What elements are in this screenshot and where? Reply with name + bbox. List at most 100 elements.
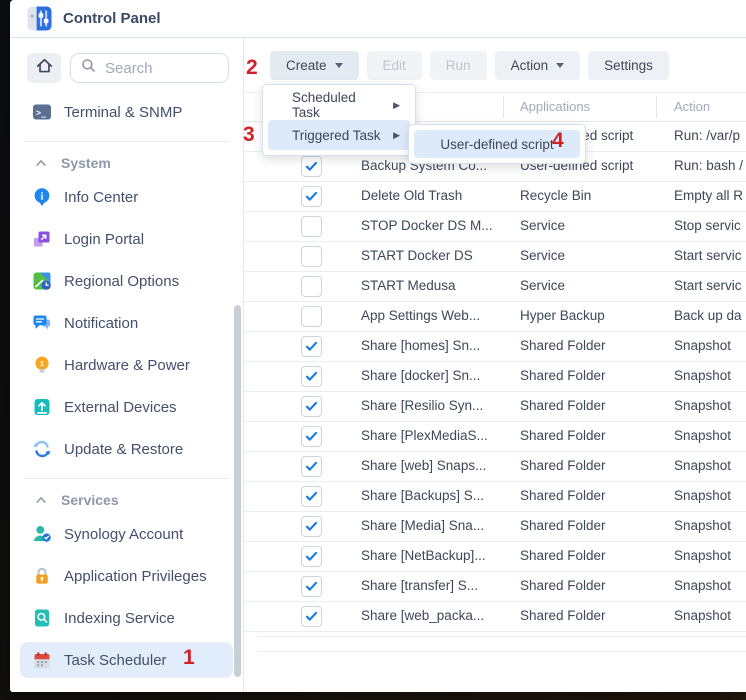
caret-down-icon: [556, 63, 564, 68]
sidebar-divider: [24, 141, 229, 142]
home-button[interactable]: [27, 53, 61, 83]
table-row[interactable]: START MedusaServiceStart servic: [244, 272, 746, 302]
action-cell: Snapshot: [674, 512, 731, 540]
table-row[interactable]: Share [Resilio Syn...Shared FolderSnapsh…: [244, 392, 746, 422]
edit-button[interactable]: Edit: [367, 51, 422, 80]
task-name-cell: Share [docker] Sn...: [361, 362, 480, 390]
table-row[interactable]: Share [PlexMediaS...Shared FolderSnapsho…: [244, 422, 746, 452]
table-row[interactable]: Delete Old TrashRecycle BinEmpty all R: [244, 182, 746, 212]
search-icon: [80, 57, 97, 79]
search-box: [70, 53, 229, 83]
update-restore-icon: [32, 439, 52, 459]
action-cell: Stop servic: [674, 212, 741, 240]
column-header-action[interactable]: Action: [674, 99, 710, 114]
sidebar-item-hardware-power[interactable]: 1 Hardware & Power: [20, 347, 233, 383]
sidebar-section-services[interactable]: Services: [20, 487, 233, 513]
caret-down-icon: [335, 63, 343, 68]
checkbox-checked[interactable]: [301, 396, 322, 417]
table-row[interactable]: Share [NetBackup]...Shared FolderSnapsho…: [244, 542, 746, 572]
checkbox-checked[interactable]: [301, 426, 322, 447]
sidebar-item-indexing-service[interactable]: Indexing Service: [20, 600, 233, 636]
table-row[interactable]: Share [web] Snaps...Shared FolderSnapsho…: [244, 452, 746, 482]
sidebar-item-task-scheduler[interactable]: Task Scheduler: [20, 642, 233, 678]
application-cell: Shared Folder: [520, 572, 606, 600]
action-button[interactable]: Action: [495, 51, 581, 80]
sidebar-item-label: Hardware & Power: [64, 357, 190, 374]
checkbox-checked[interactable]: [301, 486, 322, 507]
checkbox-checked[interactable]: [301, 186, 322, 207]
application-cell: Shared Folder: [520, 452, 606, 480]
checkbox-checked[interactable]: [301, 546, 322, 567]
application-cell: Shared Folder: [520, 422, 606, 450]
table-row[interactable]: Share [Media] Sna...Shared FolderSnapsho…: [244, 512, 746, 542]
task-name-cell: STOP Docker DS M...: [361, 212, 493, 240]
application-cell: Shared Folder: [520, 602, 606, 630]
sidebar-item-info-center[interactable]: iInfo Center: [20, 179, 233, 215]
application-cell: Shared Folder: [520, 392, 606, 420]
action-cell: Snapshot: [674, 602, 731, 630]
svg-text:1: 1: [40, 361, 44, 368]
login-portal-icon: [32, 229, 52, 249]
button-label: Edit: [383, 58, 406, 73]
sidebar-item-application-privileges[interactable]: Application Privileges: [20, 558, 233, 594]
sidebar-item-login-portal[interactable]: Login Portal: [20, 221, 233, 257]
checkbox-checked[interactable]: [301, 516, 322, 537]
checkbox-unchecked[interactable]: [301, 216, 322, 237]
sidebar-scrollbar[interactable]: [234, 305, 241, 677]
control-panel-icon: [27, 6, 52, 31]
table-row[interactable]: STOP Docker DS M... Service Stop servic: [244, 212, 746, 242]
sidebar-item-notification[interactable]: Notification: [20, 305, 233, 341]
sidebar-item-synology-account[interactable]: Synology Account: [20, 516, 233, 552]
table-row[interactable]: Share [transfer] S...Shared FolderSnapsh…: [244, 572, 746, 602]
button-label: Settings: [604, 58, 653, 73]
button-label: Create: [286, 58, 327, 73]
sidebar-item-label: Update & Restore: [64, 441, 183, 458]
sidebar-item-update-restore[interactable]: Update & Restore: [20, 431, 233, 467]
checkbox-checked[interactable]: [301, 606, 322, 627]
empty-row-divider: [258, 651, 746, 652]
sidebar-nav: >_Terminal & SNMP System iInfo Center Login…: [10, 85, 243, 681]
chevron-up-icon: [34, 493, 48, 507]
regional-options-icon: [32, 271, 52, 291]
sidebar-item-regional-options[interactable]: Regional Options: [20, 263, 233, 299]
table-row[interactable]: START Docker DSServiceStart servic: [244, 242, 746, 272]
sidebar-top: [10, 38, 243, 85]
task-name-cell: START Docker DS: [361, 242, 473, 270]
action-cell: Snapshot: [674, 362, 731, 390]
submenu-item-label: User-defined script: [440, 137, 553, 152]
column-header-applications[interactable]: Applications: [520, 99, 590, 114]
checkbox-unchecked[interactable]: [301, 306, 322, 327]
table-row[interactable]: Share [homes] Sn...Shared FolderSnapshot: [244, 332, 746, 362]
sidebar-item-terminal-snmp[interactable]: >_Terminal & SNMP: [20, 94, 233, 130]
checkbox-checked[interactable]: [301, 336, 322, 357]
svg-text:>_: >_: [36, 109, 47, 119]
search-input[interactable]: [103, 59, 219, 78]
task-table: User-defined scriptRun: /var/pBackup Sys…: [244, 122, 746, 632]
menu-item-scheduled-task[interactable]: Scheduled Task▶: [268, 90, 410, 120]
sidebar-item-label: Notification: [64, 315, 138, 332]
sidebar-section-system[interactable]: System: [20, 150, 233, 176]
checkbox-checked[interactable]: [301, 156, 322, 177]
application-cell: Shared Folder: [520, 512, 606, 540]
table-row[interactable]: Share [Backups] S...Shared FolderSnapsho…: [244, 482, 746, 512]
table-row[interactable]: Share [docker] Sn...Shared FolderSnapsho…: [244, 362, 746, 392]
sidebar-item-external-devices[interactable]: External Devices: [20, 389, 233, 425]
column-divider[interactable]: [503, 96, 504, 118]
column-divider[interactable]: [656, 96, 657, 118]
action-cell: Start servic: [674, 272, 742, 300]
settings-button[interactable]: Settings: [588, 51, 669, 80]
menu-item-triggered-task[interactable]: Triggered Task▶: [268, 120, 410, 150]
checkbox-unchecked[interactable]: [301, 246, 322, 267]
run-button[interactable]: Run: [430, 51, 487, 80]
checkbox-checked[interactable]: [301, 366, 322, 387]
hardware-power-icon: 1: [32, 355, 52, 375]
table-row[interactable]: App Settings Web...Hyper BackupBack up d…: [244, 302, 746, 332]
checkbox-checked[interactable]: [301, 456, 322, 477]
create-button[interactable]: Create: [270, 51, 359, 80]
application-cell: Service: [520, 212, 565, 240]
table-row[interactable]: Share [web_packa...Shared FolderSnapshot: [244, 602, 746, 632]
action-cell: Snapshot: [674, 422, 731, 450]
checkbox-unchecked[interactable]: [301, 276, 322, 297]
checkbox-checked[interactable]: [301, 576, 322, 597]
action-cell: Run: /var/p: [674, 122, 740, 150]
